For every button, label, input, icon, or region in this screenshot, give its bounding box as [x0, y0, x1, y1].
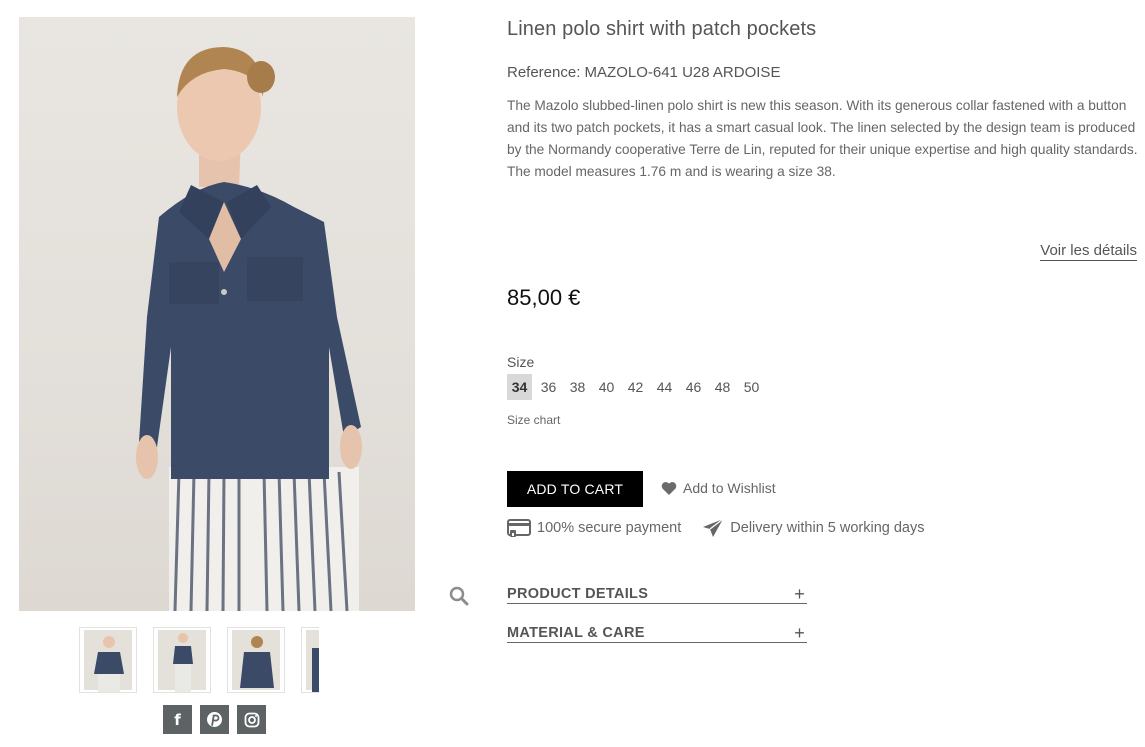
size-option-44[interactable]: 44: [652, 374, 677, 400]
facebook-icon[interactable]: f: [163, 705, 192, 734]
wishlist-label: Add to Wishlist: [683, 480, 776, 496]
product-price: 85,00 €: [507, 285, 581, 310]
model-photo: [136, 47, 362, 611]
see-details-link[interactable]: Voir les détails: [1040, 242, 1137, 261]
secure-payment-text: 100% secure payment: [537, 520, 682, 536]
size-option-40[interactable]: 40: [594, 374, 619, 400]
size-options: 34 36 38 40 42 44 46 48 50: [507, 374, 768, 400]
product-title: Linen polo shirt with patch pockets: [507, 18, 817, 40]
size-option-50[interactable]: 50: [739, 374, 764, 400]
product-description: The Mazolo slubbed-linen polo shirt is n…: [507, 95, 1139, 183]
delivery-text: Delivery within 5 working days: [730, 520, 925, 536]
product-details-heading: PRODUCT DETAILS: [507, 586, 649, 602]
paper-plane-icon: [703, 518, 724, 537]
material-care-heading: MATERIAL & CARE: [507, 625, 645, 641]
material-care-accordion[interactable]: MATERIAL & CARE +: [507, 624, 807, 643]
thumbnail-front[interactable]: [79, 627, 137, 693]
add-to-cart-button[interactable]: ADD TO CART: [507, 471, 643, 507]
thumbnail-back[interactable]: [227, 627, 285, 693]
main-product-image[interactable]: [19, 17, 415, 611]
size-option-48[interactable]: 48: [710, 374, 735, 400]
plus-icon[interactable]: +: [794, 585, 807, 603]
description-paragraph: The Mazolo slubbed-linen polo shirt is n…: [507, 98, 1138, 157]
size-label: Size: [507, 354, 535, 370]
reassurance-block: 100% secure payment Delivery within 5 wo…: [507, 518, 946, 538]
size-option-34[interactable]: 34: [507, 374, 532, 400]
thumbnail-detail[interactable]: [301, 627, 319, 693]
size-option-46[interactable]: 46: [681, 374, 706, 400]
product-reference: Reference: MAZOLO-641 U28 ARDOISE: [507, 64, 781, 81]
pinterest-icon[interactable]: [200, 705, 229, 734]
thumbnail-pose[interactable]: [153, 627, 211, 693]
add-to-wishlist[interactable]: Add to Wishlist: [661, 480, 776, 496]
secure-payment: 100% secure payment: [507, 518, 681, 538]
heart-icon: [661, 481, 677, 495]
search-icon[interactable]: [449, 586, 469, 606]
credit-card-icon: [507, 519, 531, 537]
size-option-42[interactable]: 42: [623, 374, 648, 400]
size-option-36[interactable]: 36: [536, 374, 561, 400]
size-option-38[interactable]: 38: [565, 374, 590, 400]
size-chart-link[interactable]: Size chart: [507, 413, 560, 427]
description-model-note: The model measures 1.76 m and is wearing…: [507, 164, 836, 179]
thumbnail-strip: [79, 627, 319, 693]
product-details-accordion[interactable]: PRODUCT DETAILS +: [507, 585, 807, 604]
instagram-icon[interactable]: [237, 705, 266, 734]
plus-icon[interactable]: +: [794, 624, 807, 642]
delivery-info: Delivery within 5 working days: [702, 518, 925, 538]
social-share: f: [163, 705, 266, 734]
